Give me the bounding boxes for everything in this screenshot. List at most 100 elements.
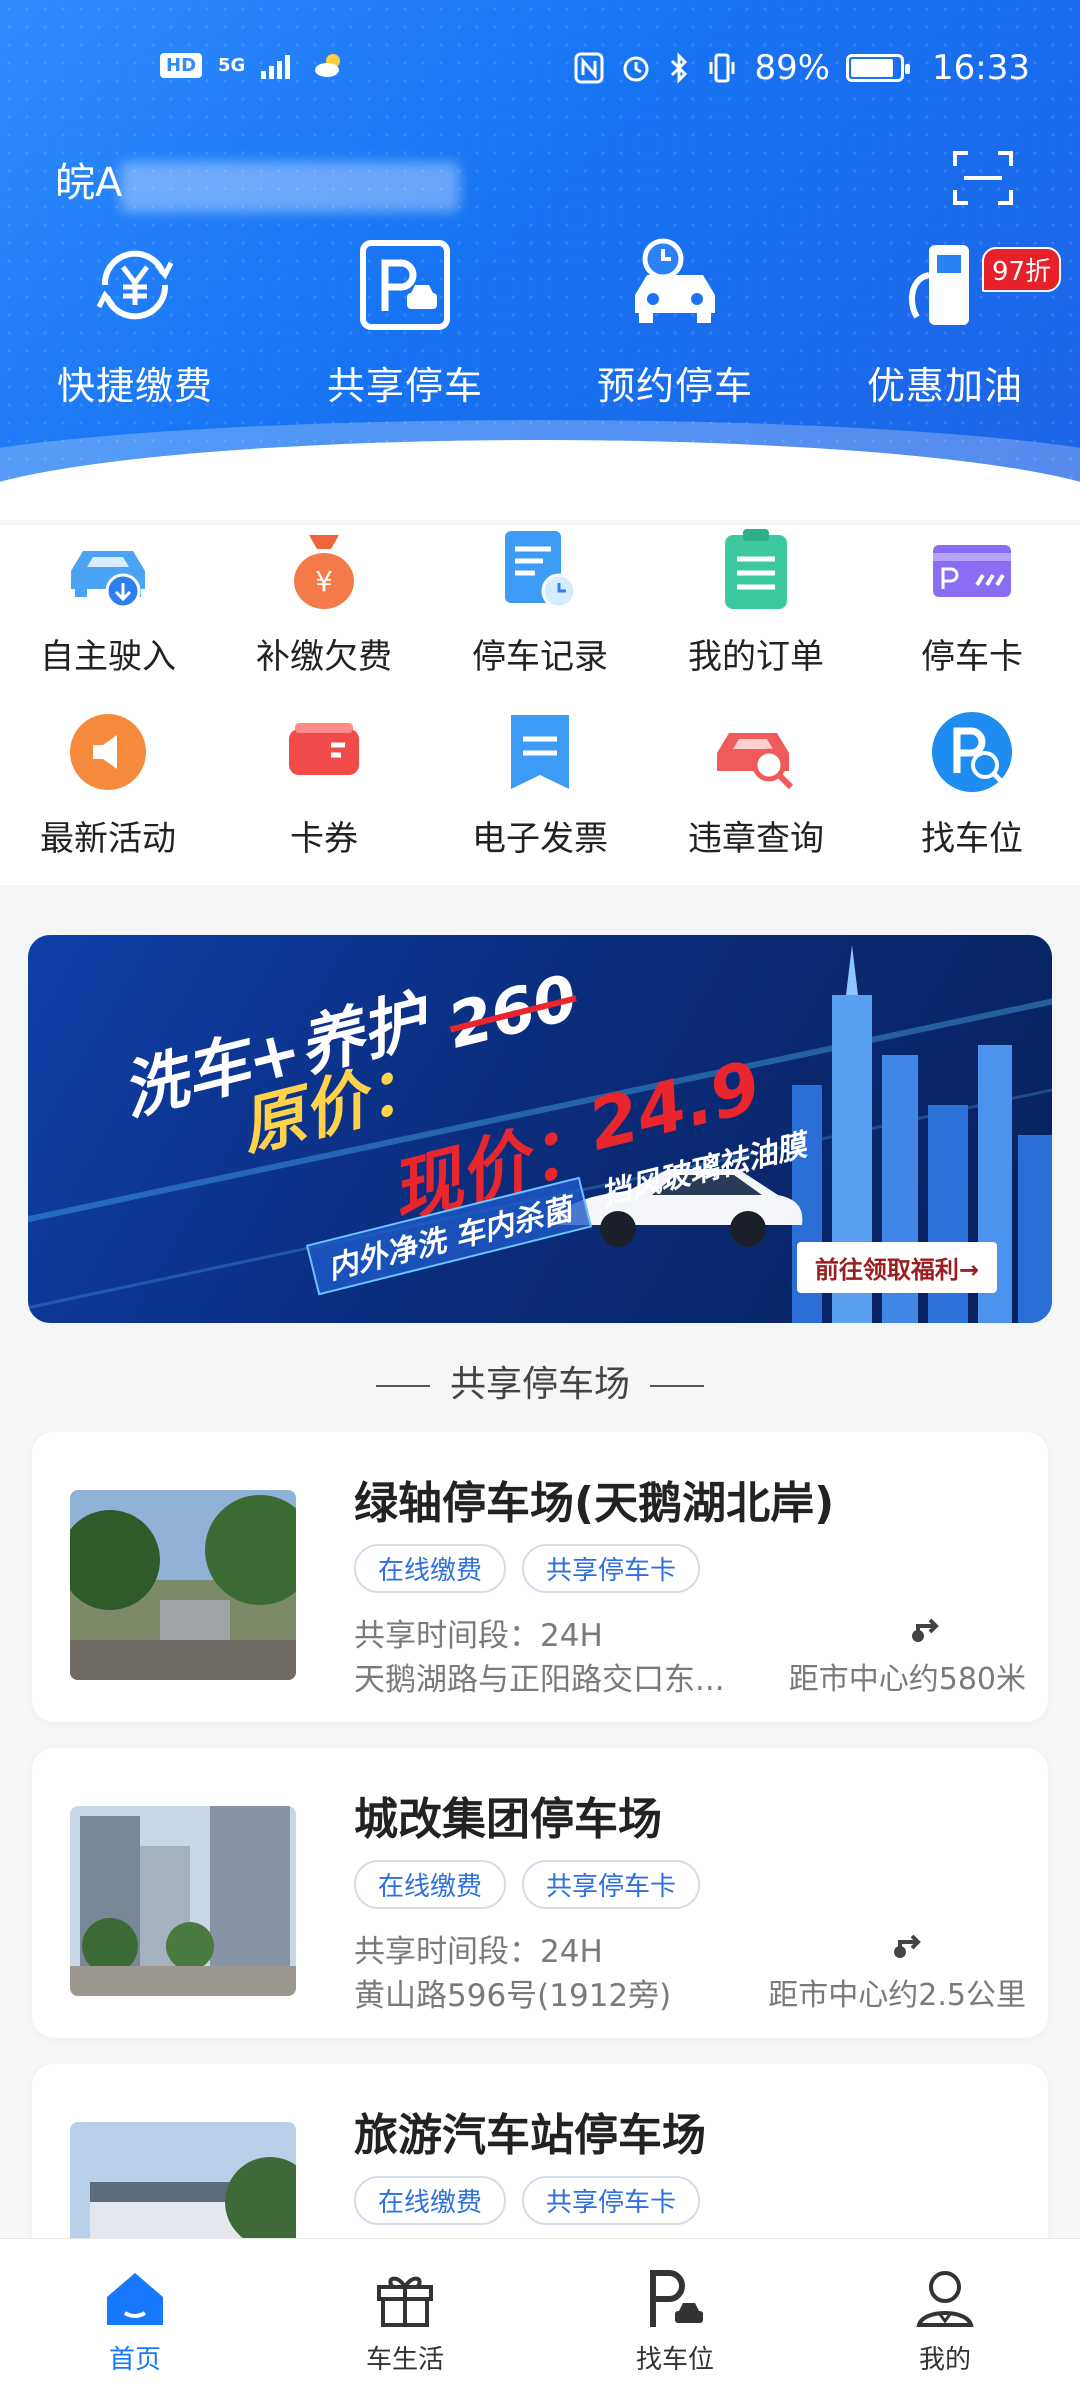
tag-online-pay: 在线缴费	[354, 2176, 507, 2225]
discount-badge: 97折	[982, 247, 1062, 292]
network-label: 5G	[218, 54, 246, 76]
parking-lot-distance: 距市中心约580米	[788, 1662, 1026, 1697]
service-label: 电子发票	[472, 819, 608, 859]
service-label: 停车记录	[472, 637, 608, 677]
service-label: 补缴欠费	[256, 637, 392, 677]
record-clock-icon	[505, 531, 577, 609]
nav-mine[interactable]: 我的	[810, 2269, 1080, 2376]
car-search-icon	[717, 733, 794, 790]
parking-card-icon	[933, 545, 1011, 597]
service-label: 我的订单	[688, 637, 824, 677]
banner-claim-button[interactable]: 前往领取福利→	[796, 1242, 997, 1293]
status-bar: HD 5G 89% 16:33	[0, 40, 1080, 100]
home-page: HD 5G 89% 16:33 皖A 快捷缴费 共享停车 预约停车 97折 优惠…	[0, 0, 1080, 2400]
coupon-icon	[289, 723, 359, 775]
tag-online-pay: 在线缴费	[354, 1860, 507, 1909]
tag-shared-card: 共享停车卡	[522, 1860, 701, 1909]
header: HD 5G 89% 16:33 皖A 快捷缴费 共享停车 预约停车 97折 优惠…	[0, 0, 1080, 520]
service-label: 找车位	[921, 819, 1023, 859]
service-label: 违章查询	[688, 819, 824, 859]
battery-percent: 89%	[754, 48, 831, 88]
service-violation-query[interactable]: 违章查询	[648, 707, 864, 860]
service-label: 自主驶入	[40, 637, 176, 677]
vibrate-icon	[709, 53, 735, 83]
nav-label: 车生活	[365, 2345, 444, 2375]
tag-shared-card: 共享停车卡	[522, 2176, 701, 2225]
parking-lot-card[interactable]: 城改集团停车场 在线缴费 共享停车卡 共享时间段：24H 黄山路596号(191…	[32, 1748, 1048, 2038]
home-icon	[107, 2273, 163, 2325]
parking-car-icon	[360, 240, 450, 330]
nav-home[interactable]: 首页	[0, 2269, 270, 2376]
nav-label: 首页	[108, 2345, 161, 2375]
service-find-spot[interactable]: 找车位	[864, 707, 1080, 860]
service-label: 停车卡	[921, 637, 1023, 677]
navigation-icon[interactable]	[890, 1924, 930, 1964]
services-grid: 自主驶入 ¥ 补缴欠费 停车记录 我的订单 停车卡 最新活动 卡券 电子发票 违…	[0, 525, 1080, 885]
tag-online-pay: 在线缴费	[354, 1544, 507, 1593]
service-coupons[interactable]: 卡券	[216, 707, 432, 860]
reserve-parking-label: 预约停车	[596, 364, 753, 408]
invoice-icon	[511, 715, 569, 789]
fuel-pump-icon	[909, 245, 969, 325]
nav-label: 找车位	[635, 2345, 714, 2375]
quick-pay-button[interactable]: 快捷缴费	[0, 235, 270, 410]
weather-icon	[315, 54, 341, 77]
clock: 16:33	[932, 48, 1030, 88]
shared-parking-label: 共享停车	[326, 364, 483, 408]
quick-pay-label: 快捷缴费	[56, 364, 213, 408]
battery-icon	[846, 54, 911, 82]
tag-shared-card: 共享停车卡	[522, 1544, 701, 1593]
shared-parking-button[interactable]: 共享停车	[270, 235, 540, 410]
nfc-icon	[574, 52, 604, 84]
parking-lot-card[interactable]: 绿轴停车场(天鹅湖北岸) 在线缴费 共享停车卡 共享时间段：24H 天鹅湖路与正…	[32, 1432, 1048, 1722]
banner-original-price: 260	[441, 960, 585, 1063]
plate-blur	[120, 162, 460, 212]
parking-lot-distance: 距市中心约2.5公里	[768, 1978, 1026, 2013]
nav-find-spot[interactable]: 找车位	[540, 2269, 810, 2376]
parking-lot-address: 黄山路596号(1912旁)	[354, 1978, 672, 2014]
service-parking-records[interactable]: 停车记录	[432, 525, 648, 678]
parking-lot-photo	[70, 1806, 296, 1996]
alarm-icon	[623, 56, 649, 82]
parking-lot-hours: 共享时间段：24H	[354, 1618, 603, 1654]
section-title: 共享停车场	[0, 1355, 1080, 1407]
parking-lot-hours: 共享时间段：24H	[354, 1934, 603, 1970]
reserve-parking-button[interactable]: 预约停车	[540, 235, 810, 410]
clipboard-icon	[725, 529, 787, 609]
parking-lot-name: 绿轴停车场(天鹅湖北岸)	[354, 1478, 835, 1529]
parking-lot-name: 城改集团停车场	[354, 1794, 662, 1845]
parking-icon	[650, 2270, 703, 2327]
parking-lot-name: 旅游汽车站停车场	[354, 2110, 706, 2161]
service-latest-events[interactable]: 最新活动	[0, 707, 216, 860]
nav-label: 我的	[918, 2345, 971, 2375]
fuel-discount-label: 优惠加油	[866, 364, 1023, 408]
promo-banner[interactable]: 洗车+养护 原价： 260 现价： 24.9 挡风玻璃祛油膜 内外净洗 车内杀菌…	[28, 935, 1052, 1323]
section-title-text: 共享停车场	[449, 1364, 630, 1405]
plate-number[interactable]: 皖A	[55, 150, 122, 208]
navigation-icon[interactable]	[908, 1608, 948, 1648]
svg-text:¥: ¥	[315, 565, 333, 598]
service-self-entry[interactable]: 自主驶入	[0, 525, 216, 678]
money-bag-icon: ¥	[294, 535, 354, 609]
gift-icon	[377, 2276, 433, 2327]
user-icon	[916, 2271, 974, 2327]
service-label: 卡券	[290, 819, 358, 859]
parking-lot-photo	[70, 1490, 296, 1680]
nav-car-life[interactable]: 车生活	[270, 2269, 540, 2376]
speaker-icon	[70, 714, 146, 790]
service-parking-card[interactable]: 停车卡	[864, 525, 1080, 678]
bottom-nav: 首页 车生活 找车位 我的	[0, 2238, 1080, 2400]
car-clock-icon	[635, 238, 715, 323]
quick-actions: 快捷缴费 共享停车 预约停车 97折 优惠加油	[0, 235, 1080, 435]
signal-icon	[261, 55, 291, 79]
service-e-invoice[interactable]: 电子发票	[432, 707, 648, 860]
bluetooth-icon	[671, 52, 688, 84]
yuan-refresh-icon	[96, 250, 174, 320]
scan-icon[interactable]	[952, 150, 1014, 206]
service-pay-arrears[interactable]: ¥ 补缴欠费	[216, 525, 432, 678]
parking-search-icon	[932, 712, 1012, 792]
car-enter-icon	[71, 551, 145, 609]
service-label: 最新活动	[40, 819, 176, 859]
fuel-discount-button[interactable]: 97折 优惠加油	[810, 235, 1080, 410]
service-my-orders[interactable]: 我的订单	[648, 525, 864, 678]
